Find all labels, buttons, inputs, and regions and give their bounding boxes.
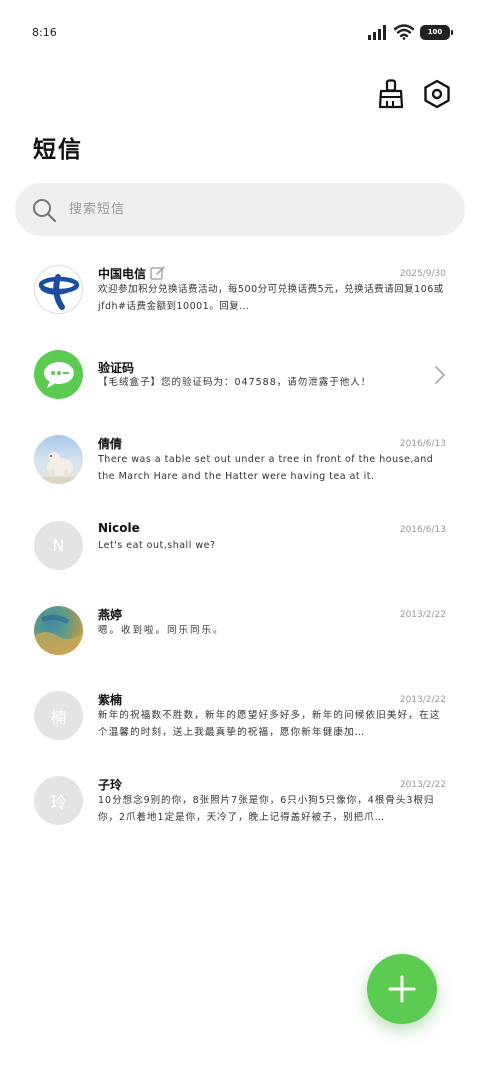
status-time: 8:16 (32, 26, 57, 39)
verification-avatar (34, 350, 83, 399)
verification-chat-icon (43, 361, 74, 388)
message-date: 2025/9/30 (399, 269, 446, 279)
message-preview: 嗯。收到啦。同乐同乐。 (98, 625, 225, 636)
battery-level: 100 (427, 28, 443, 36)
message-preview: Let's eat out,shall we? (98, 540, 216, 551)
message-name: 子玲 (98, 778, 123, 792)
new-message-button[interactable] (367, 954, 437, 1024)
message-date: 2016/6/13 (399, 525, 446, 535)
china-telecom-logo (38, 273, 79, 310)
message-list: 中国电信 2025/9/30 欢迎参加积分兑换话费活动，每500分可兑换话费5元… (0, 242, 480, 328)
page-title: 短信 (33, 137, 83, 163)
verification-row[interactable]: 验证码 【毛绒盒子】您的验证码为：047588，请勿泄露于他人！ (0, 335, 480, 415)
settings-hexagon-icon (424, 79, 450, 109)
message-preview: There was a table set out under a tree i… (98, 454, 434, 482)
avatar-letter: N (34, 521, 83, 570)
settings-button[interactable] (422, 78, 452, 110)
broom-icon (378, 79, 404, 109)
message-date: 2013/2/22 (399, 610, 446, 620)
avatar (34, 435, 83, 484)
message-name: 紫楠 (98, 693, 123, 707)
message-date: 2016/6/13 (399, 439, 446, 449)
battery-icon: 100 (420, 24, 453, 40)
status-bar: 8:16 100 (0, 0, 480, 64)
polar-bear-photo (34, 452, 83, 484)
search-bar[interactable] (15, 183, 465, 236)
message-date: 2013/2/22 (399, 780, 446, 790)
message-item-yanting[interactable]: 燕婷 2013/2/22 嗯。收到啦。同乐同乐。 (0, 591, 480, 677)
message-name: 中国电信 (98, 265, 165, 282)
signal-icon (368, 24, 386, 40)
message-item-nicole[interactable]: N Nicole 2016/6/13 Let's eat out,shall w… (0, 506, 480, 592)
chevron-right-icon (435, 366, 445, 384)
avatar-letter: 玲 (34, 776, 83, 825)
message-date: 2013/2/22 (399, 695, 446, 705)
wifi-icon (394, 24, 414, 40)
plus-icon (388, 975, 416, 1003)
message-preview: 新年的祝福数不胜数，新年的愿望好多好多，新年的问候依旧美好，在这个温馨的时刻，送… (98, 710, 441, 738)
message-preview: 10分想念9别的你，8张照片7张是你，6只小狗5只像你，4根骨头3根归你，2爪着… (98, 795, 435, 823)
clean-button[interactable] (376, 78, 406, 110)
search-input[interactable] (69, 202, 429, 217)
message-item-zinan[interactable]: 楠 紫楠 2013/2/22 新年的祝福数不胜数，新年的愿望好多好多，新年的问候… (0, 676, 480, 762)
message-preview: 欢迎参加积分兑换话费活动，每500分可兑换话费5元，兑换话费请回复106或jfd… (98, 284, 444, 312)
status-icons: 100 (368, 24, 453, 40)
message-name: 倩倩 (98, 437, 123, 451)
avatar (34, 265, 83, 314)
top-actions (376, 78, 452, 110)
search-icon (33, 198, 57, 222)
message-name: 燕婷 (98, 608, 123, 622)
edit-icon (150, 266, 165, 280)
message-item-ziling[interactable]: 玲 子玲 2013/2/22 10分想念9别的你，8张照片7张是你，6只小狗5只… (0, 761, 480, 847)
avatar (34, 606, 83, 655)
message-name: Nicole (98, 521, 140, 535)
avatar-letter: 楠 (34, 691, 83, 740)
message-item-qianqian[interactable]: 倩倩 2016/6/13 There was a table set out u… (0, 420, 480, 506)
landscape-photo (34, 614, 83, 655)
message-name-text: 中国电信 (98, 267, 147, 281)
message-item-china-telecom[interactable]: 中国电信 2025/9/30 欢迎参加积分兑换话费活动，每500分可兑换话费5元… (0, 242, 480, 328)
message-preview: 【毛绒盒子】您的验证码为：047588，请勿泄露于他人！ (98, 377, 372, 388)
